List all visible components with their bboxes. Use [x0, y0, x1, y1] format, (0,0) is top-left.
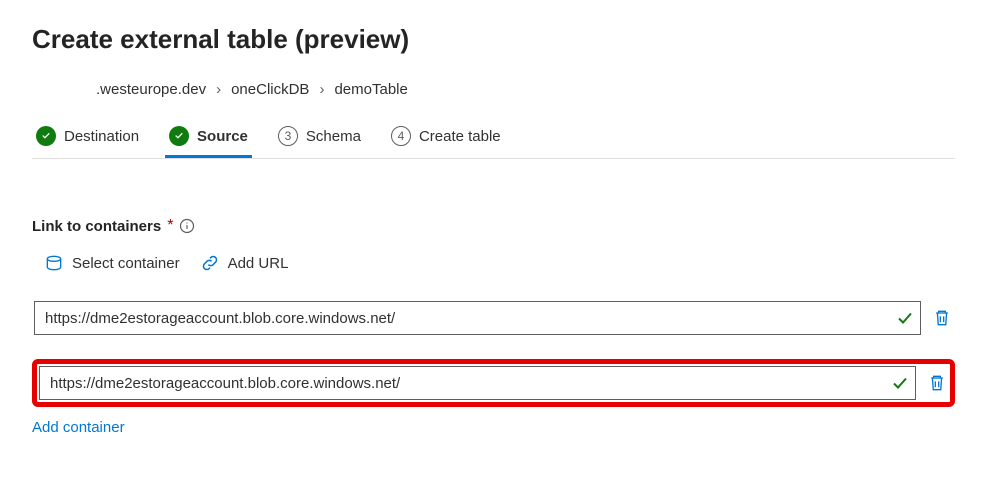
info-icon[interactable] — [179, 218, 195, 234]
step-label: Schema — [306, 128, 361, 145]
container-url-input[interactable] — [34, 301, 921, 335]
step-destination[interactable]: Destination — [32, 126, 143, 158]
link-containers-label: Link to containers — [32, 218, 161, 235]
select-container-label: Select container — [72, 255, 180, 272]
step-label: Destination — [64, 128, 139, 145]
step-label: Source — [197, 128, 248, 145]
checkmark-icon — [892, 375, 908, 391]
check-circle-icon — [169, 126, 189, 146]
add-url-label: Add URL — [228, 255, 289, 272]
chevron-right-icon: › — [216, 81, 221, 98]
breadcrumb-item-cluster[interactable]: .westeurope.dev — [96, 81, 206, 98]
container-row — [32, 301, 955, 335]
container-url-input-wrap — [34, 301, 921, 335]
link-icon — [200, 253, 220, 273]
step-source[interactable]: Source — [165, 126, 252, 158]
add-container-link[interactable]: Add container — [32, 419, 125, 436]
container-url-input[interactable] — [39, 366, 916, 400]
breadcrumb: .westeurope.dev › oneClickDB › demoTable — [96, 81, 955, 98]
check-circle-icon — [36, 126, 56, 146]
breadcrumb-item-database[interactable]: oneClickDB — [231, 81, 309, 98]
chevron-right-icon: › — [319, 81, 324, 98]
select-container-button[interactable]: Select container — [44, 253, 180, 273]
step-number-icon: 3 — [278, 126, 298, 146]
link-containers-label-row: Link to containers * — [32, 217, 955, 235]
container-url-input-wrap — [39, 366, 916, 400]
required-asterisk: * — [167, 217, 173, 235]
step-schema[interactable]: 3 Schema — [274, 126, 365, 158]
step-label: Create table — [419, 128, 501, 145]
breadcrumb-item-table: demoTable — [334, 81, 407, 98]
page-title: Create external table (preview) — [32, 24, 955, 55]
container-actions: Select container Add URL — [44, 253, 955, 273]
add-url-button[interactable]: Add URL — [200, 253, 289, 273]
delete-container-button[interactable] — [926, 372, 948, 394]
step-create-table[interactable]: 4 Create table — [387, 126, 505, 158]
delete-container-button[interactable] — [931, 307, 953, 329]
wizard-steps: Destination Source 3 Schema 4 Create tab… — [32, 126, 955, 159]
checkmark-icon — [897, 310, 913, 326]
container-icon — [44, 253, 64, 273]
container-row — [32, 359, 955, 407]
step-number-icon: 4 — [391, 126, 411, 146]
